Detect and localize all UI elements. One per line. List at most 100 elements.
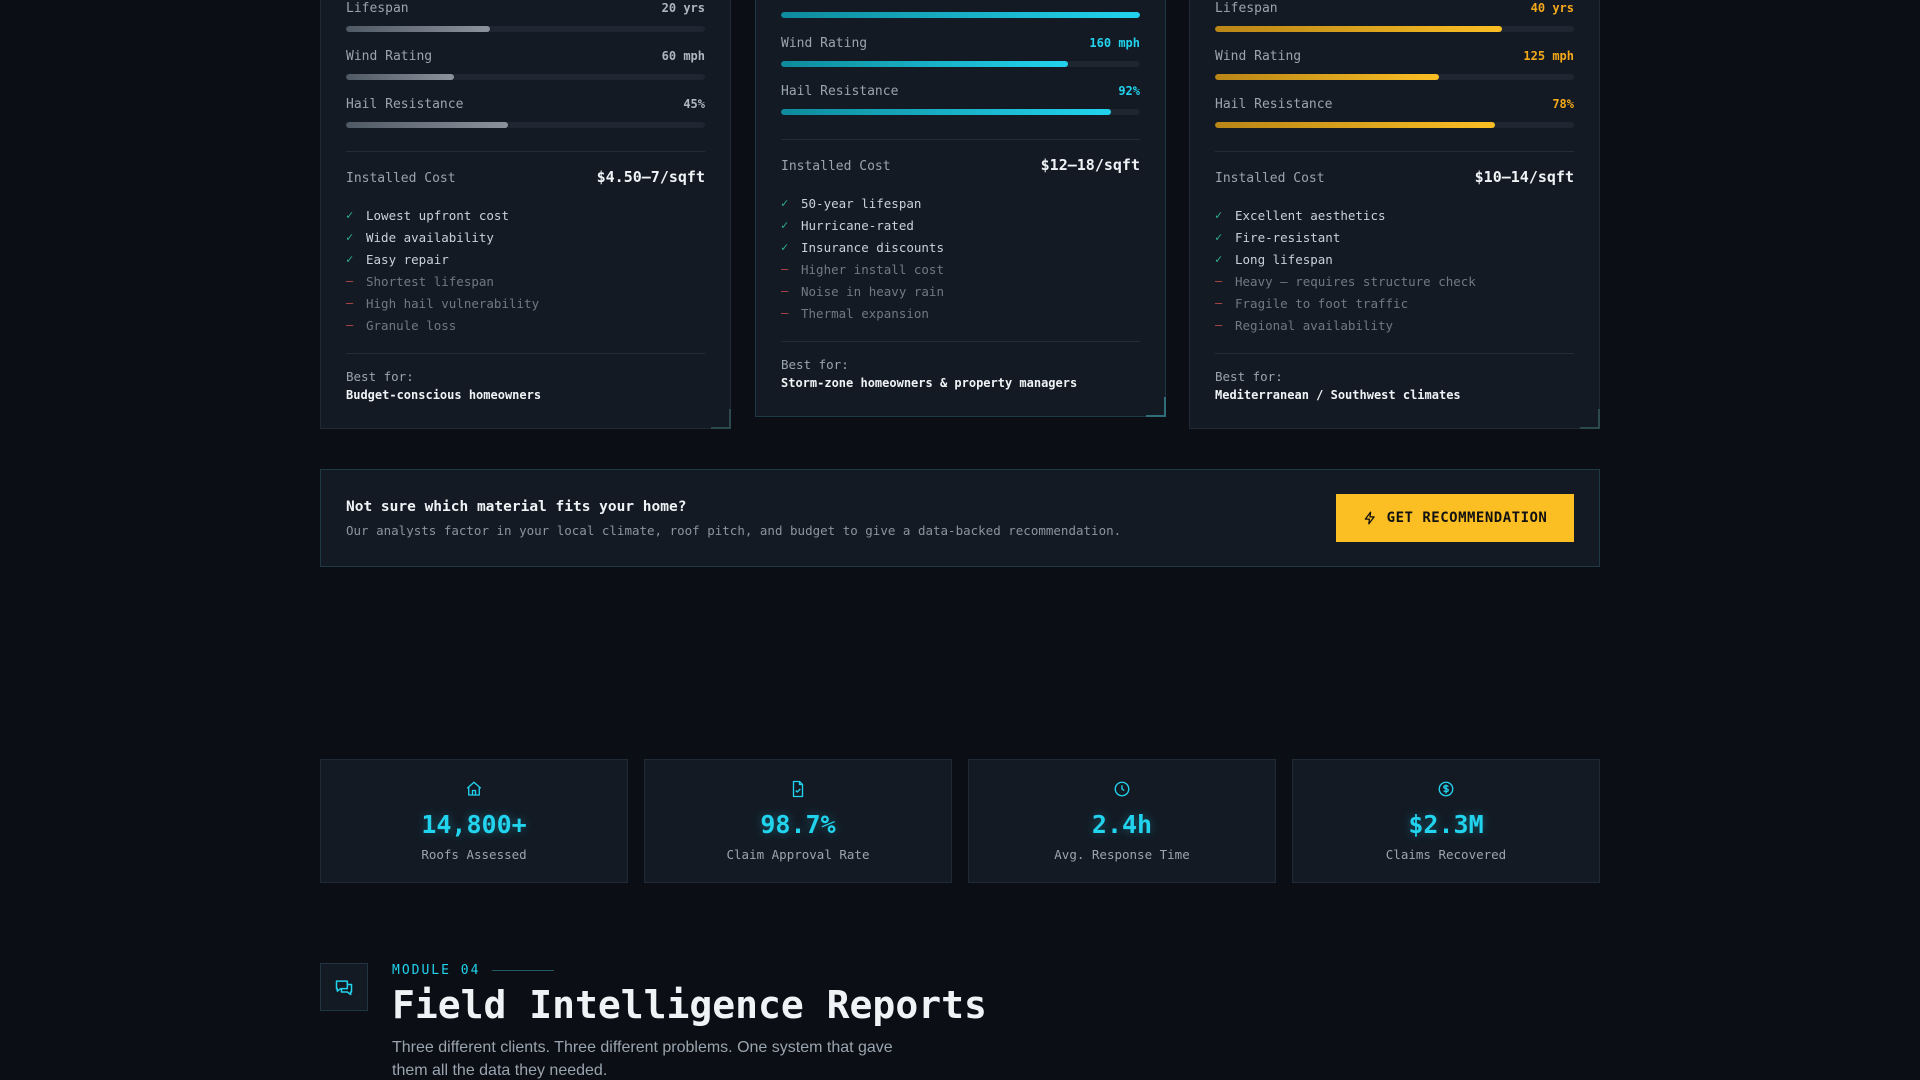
- metric-bar: [1215, 26, 1574, 32]
- feature-con: — High hail vulnerability: [346, 292, 705, 314]
- metric-bar: [1215, 122, 1574, 128]
- metric-bar-fill: [1215, 74, 1440, 80]
- button-label: GET RECOMMENDATION: [1386, 510, 1548, 526]
- stat-value: 98.7%: [760, 810, 836, 839]
- feature-list: ✓ 50-year lifespan ✓ Hurricane-rated ✓ Insura…: [781, 192, 1140, 324]
- metric-bar-fill: [346, 74, 454, 80]
- best-for-label: Best for:: [1215, 369, 1283, 384]
- metric-bar: [346, 122, 705, 128]
- metric-value: 78%: [1552, 97, 1574, 111]
- check-icon: ✓: [781, 218, 789, 232]
- metric-label: Hail Resistance: [346, 97, 464, 112]
- installed-cost: Installed Cost $4.50–7/sqft: [346, 168, 705, 186]
- stat-claims-recovered: $2.3M Claims Recovered: [1292, 759, 1600, 883]
- metric-hail-resistance: Hail Resistance 45%: [346, 97, 705, 128]
- metric-lifespan: Lifespan 20 yrs: [346, 1, 705, 32]
- material-card-2: Wind Rating 160 mph Hail Resistance 92% In…: [755, 0, 1166, 417]
- metric-bar-fill: [346, 26, 490, 32]
- module-tag-label: MODULE 04: [392, 963, 481, 978]
- clock-icon: [1114, 781, 1130, 797]
- metric-top: [781, 3, 1140, 18]
- metric-bar: [346, 74, 705, 80]
- feature-text: Long lifespan: [1235, 251, 1333, 267]
- stat-roofs-assessed: 14,800+ Roofs Assessed: [320, 759, 628, 883]
- module-description: Three different clients. Three different…: [392, 1039, 893, 1079]
- metric-bar-fill: [1215, 122, 1496, 128]
- stat-label: Avg. Response Time: [1054, 847, 1190, 862]
- check-icon: ✓: [1215, 252, 1223, 266]
- feature-text: Wide availability: [366, 229, 494, 245]
- metric-value: 45%: [683, 97, 705, 111]
- dash-icon: —: [781, 284, 789, 298]
- material-card-1: Lifespan 20 yrs Wind Rating 60 mph Hail Re…: [320, 0, 731, 429]
- metric-bar-fill: [346, 122, 508, 128]
- metric-label: Lifespan: [346, 1, 409, 16]
- dash-icon: —: [346, 274, 354, 288]
- dash-icon: —: [1215, 318, 1223, 332]
- metric-wind-rating: Wind Rating 125 mph: [1215, 49, 1574, 80]
- feature-pro: ✓ 50-year lifespan: [781, 192, 1140, 214]
- feature-pro: ✓ Insurance discounts: [781, 236, 1140, 258]
- best-for-value: Budget-conscious homeowners: [346, 388, 542, 402]
- metric-value: 40 yrs: [1530, 1, 1574, 15]
- feature-text: Lowest upfront cost: [366, 207, 509, 223]
- feature-con: — Fragile to foot traffic: [1215, 292, 1574, 314]
- feature-text: Heavy — requires structure check: [1235, 273, 1476, 289]
- check-icon: ✓: [346, 252, 354, 266]
- cost-value: $12–18/sqft: [1040, 156, 1140, 174]
- metric-value: 160 mph: [1089, 36, 1140, 50]
- dash-icon: —: [346, 296, 354, 310]
- stat-label: Roofs Assessed: [421, 847, 527, 862]
- best-for: Best for: Storm-zone homeowners & proper…: [781, 357, 1140, 390]
- module-tag-line: [492, 970, 555, 971]
- dash-icon: —: [1215, 296, 1223, 310]
- corner-accent: [711, 409, 731, 429]
- cta-text: Not sure which material fits your home? …: [346, 499, 1121, 538]
- feature-text: High hail vulnerability: [366, 295, 540, 311]
- metric-value: 60 mph: [661, 49, 705, 63]
- dash-icon: —: [1215, 274, 1223, 288]
- feature-text: Higher install cost: [801, 261, 944, 277]
- feature-text: Excellent aesthetics: [1235, 207, 1386, 223]
- material-card-3: Lifespan 40 yrs Wind Rating 125 mph Hail R…: [1189, 0, 1600, 429]
- feature-text: Granule loss: [366, 317, 457, 333]
- metric-bar-fill: [781, 12, 1140, 18]
- metric-hail-resistance: Hail Resistance 78%: [1215, 97, 1574, 128]
- feature-con: — Heavy — requires structure check: [1215, 270, 1574, 292]
- feature-text: Regional availability: [1235, 317, 1394, 333]
- metric-label: Hail Resistance: [1215, 97, 1333, 112]
- best-for-label: Best for:: [346, 369, 414, 384]
- stat-value: $2.3M: [1408, 810, 1484, 839]
- feature-text: Noise in heavy rain: [801, 283, 944, 299]
- divider: [1215, 353, 1574, 354]
- metric-label: Hail Resistance: [781, 84, 899, 99]
- best-for: Best for: Budget-conscious homeowners: [346, 369, 705, 402]
- feature-pro: ✓ Lowest upfront cost: [346, 204, 705, 226]
- check-icon: ✓: [781, 196, 789, 210]
- feature-text: Hurricane-rated: [801, 217, 914, 233]
- dash-icon: —: [781, 262, 789, 276]
- feature-con: — Regional availability: [1215, 314, 1574, 336]
- feature-pro: ✓ Wide availability: [346, 226, 705, 248]
- cost-label: Installed Cost: [1215, 171, 1325, 186]
- feature-con: — Shortest lifespan: [346, 270, 705, 292]
- metric-bar: [781, 12, 1140, 18]
- check-icon: ✓: [346, 230, 354, 244]
- get-recommendation-button[interactable]: GET RECOMMENDATION: [1336, 494, 1574, 542]
- feature-text: Easy repair: [366, 251, 449, 267]
- feature-text: Insurance discounts: [801, 239, 944, 255]
- feature-list: ✓ Excellent aesthetics ✓ Fire-resistant ✓ Lon…: [1215, 204, 1574, 336]
- feature-text: Fragile to foot traffic: [1235, 295, 1409, 311]
- feature-list: ✓ Lowest upfront cost ✓ Wide availability ✓ E…: [346, 204, 705, 336]
- dollar-circle-icon: [1438, 781, 1454, 797]
- metric-value: 20 yrs: [661, 1, 705, 15]
- stat-claim-approval-rate: 98.7% Claim Approval Rate: [644, 759, 952, 883]
- stat-avg-response-time: 2.4h Avg. Response Time: [968, 759, 1276, 883]
- feature-pro: ✓ Easy repair: [346, 248, 705, 270]
- feature-pro: ✓ Hurricane-rated: [781, 214, 1140, 236]
- feature-con: — Higher install cost: [781, 258, 1140, 280]
- metric-label: Lifespan: [1215, 1, 1278, 16]
- divider: [346, 353, 705, 354]
- check-icon: ✓: [1215, 230, 1223, 244]
- best-for-value: Storm-zone homeowners & property manager…: [781, 376, 1078, 390]
